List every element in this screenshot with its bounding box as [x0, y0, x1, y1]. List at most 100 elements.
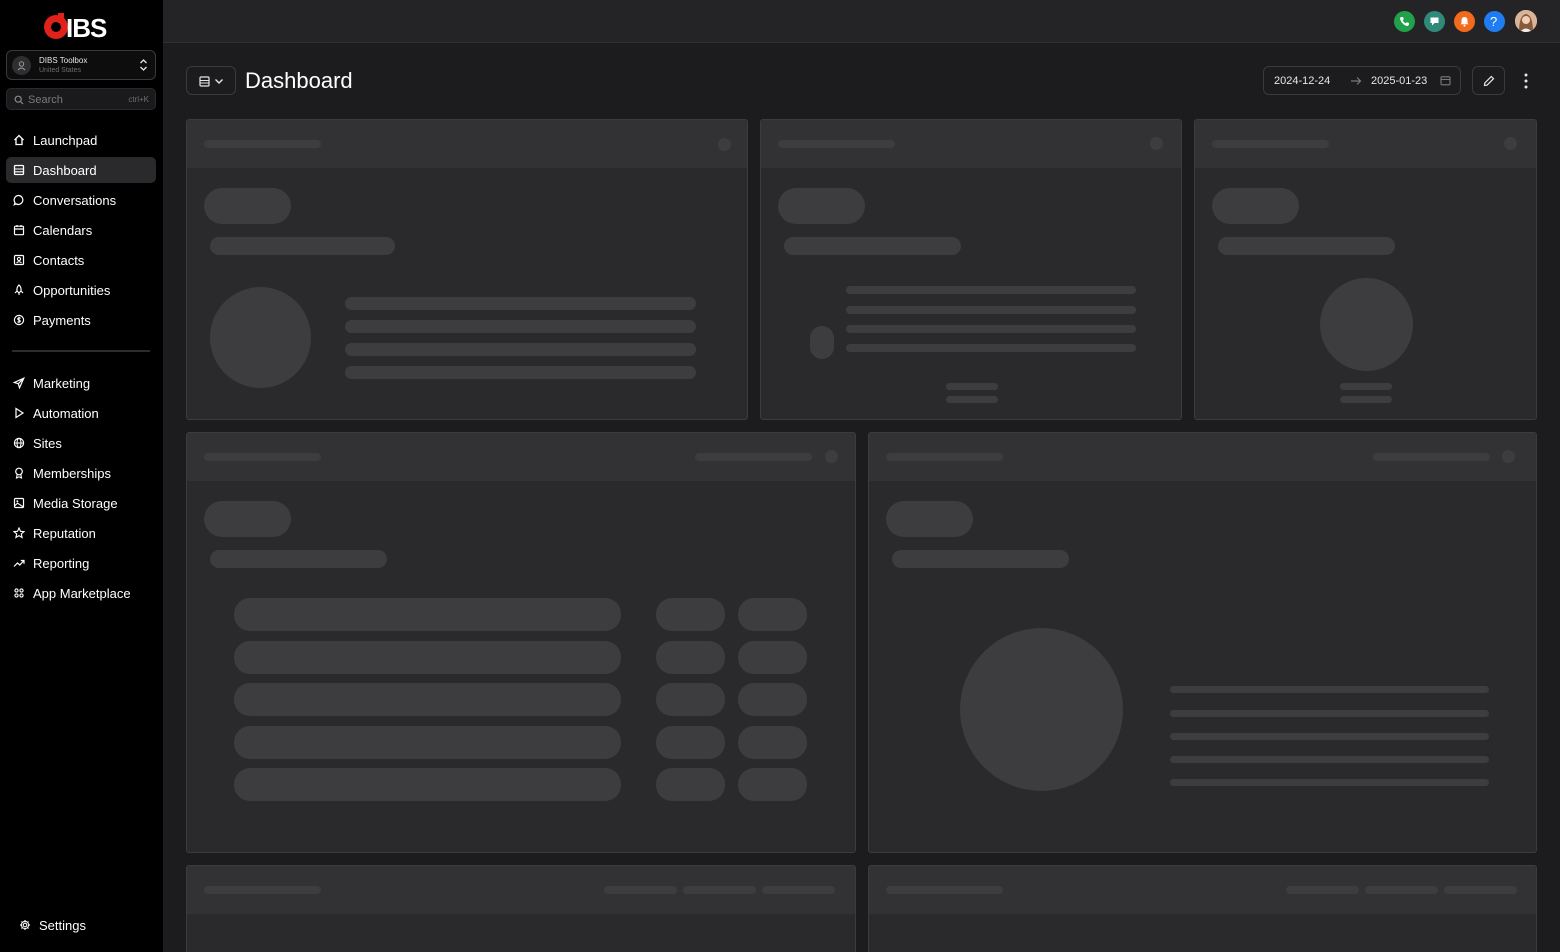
skeleton-filter — [1286, 886, 1359, 894]
dashboard-layout-icon — [199, 76, 210, 87]
dibs-logo[interactable]: IBS — [40, 10, 124, 40]
skeleton-filter — [1444, 886, 1517, 894]
skeleton-value — [204, 188, 291, 224]
skeleton-line — [1170, 756, 1489, 763]
sidebar-item-contacts[interactable]: Contacts — [6, 247, 156, 273]
skeleton-title — [886, 886, 1003, 894]
skeleton-row-cell — [738, 598, 807, 631]
sidebar-item-calendars[interactable]: Calendars — [6, 217, 156, 243]
sidebar-item-app-marketplace[interactable]: App Marketplace — [6, 580, 156, 606]
skeleton-title — [1212, 140, 1329, 148]
sidebar-item-label: Launchpad — [33, 133, 98, 148]
skeleton-subtitle — [1218, 237, 1395, 255]
skeleton-pie — [960, 628, 1123, 791]
skeleton-row-cell — [738, 726, 807, 759]
sidebar-item-media-storage[interactable]: Media Storage — [6, 490, 156, 516]
skeleton-filter — [604, 886, 677, 894]
user-avatar[interactable] — [1515, 10, 1537, 32]
sidebar-item-payments[interactable]: Payments — [6, 307, 156, 333]
trending-up-icon — [13, 559, 25, 567]
sidebar-item-memberships[interactable]: Memberships — [6, 460, 156, 486]
skeleton-row-cell — [656, 598, 725, 631]
sidebar-item-sites[interactable]: Sites — [6, 430, 156, 456]
date-range-picker[interactable]: 2024-12-24 2025-01-23 — [1263, 66, 1461, 95]
skeleton-row-cell — [656, 641, 725, 674]
sidebar-item-label: Dashboard — [33, 163, 97, 178]
skeleton-filter — [683, 886, 756, 894]
chevron-up-down-icon — [140, 59, 147, 71]
sidebar: IBS DIBS Toolbox United States Search ct… — [0, 0, 163, 952]
edit-dashboard-button[interactable] — [1472, 66, 1505, 95]
arrow-right-icon — [1351, 77, 1362, 85]
skeleton-donut — [210, 287, 311, 388]
chat-icon — [13, 194, 24, 206]
skeleton-value — [1212, 188, 1299, 224]
widget-card — [868, 865, 1537, 952]
skeleton-filter — [1365, 886, 1438, 894]
image-icon — [13, 497, 25, 509]
skeleton-value — [778, 188, 865, 224]
skeleton-dot — [1150, 137, 1163, 150]
sidebar-item-automation[interactable]: Automation — [6, 400, 156, 426]
skeleton-legend — [946, 383, 998, 390]
more-options-button[interactable] — [1516, 70, 1536, 92]
widget-card — [1194, 119, 1537, 420]
notification-button[interactable] — [1454, 11, 1475, 32]
user-avatar-image — [1515, 10, 1537, 32]
sidebar-item-label: Sites — [33, 436, 62, 451]
calendar-icon — [13, 225, 25, 236]
payments-icon — [13, 314, 25, 326]
chevron-down-icon — [215, 79, 223, 84]
sidebar-item-label: Reporting — [33, 556, 90, 571]
skeleton-subtitle — [892, 550, 1069, 568]
layout-dropdown-button[interactable] — [186, 66, 236, 95]
skeleton-value — [886, 501, 973, 537]
skeleton-title — [886, 453, 1003, 461]
skeleton-bar — [810, 326, 834, 359]
skeleton-row-cell — [234, 768, 621, 801]
skeleton-row-cell — [234, 683, 621, 716]
location-icon — [17, 61, 26, 71]
sidebar-item-label: Opportunities — [33, 283, 111, 298]
skeleton-line — [345, 366, 696, 379]
sidebar-item-reporting[interactable]: Reporting — [6, 550, 156, 576]
skeleton-filter — [1373, 453, 1490, 461]
skeleton-line — [1170, 686, 1489, 693]
sidebar-item-label: App Marketplace — [33, 586, 131, 601]
sidebar-item-dashboard[interactable]: Dashboard — [6, 157, 156, 183]
skeleton-line — [846, 325, 1136, 333]
calendar-icon — [1440, 76, 1451, 86]
skeleton-line — [1170, 779, 1489, 786]
skeleton-value — [204, 501, 291, 537]
globe-icon — [13, 437, 25, 449]
date-end: 2025-01-23 — [1371, 75, 1428, 87]
announcement-button[interactable] — [1424, 11, 1445, 32]
skeleton-line — [846, 344, 1136, 352]
skeleton-row-cell — [738, 768, 807, 801]
skeleton-row-cell — [234, 598, 621, 631]
help-button[interactable]: ? — [1484, 11, 1505, 32]
contacts-icon — [13, 254, 25, 266]
skeleton-legend — [1340, 396, 1392, 403]
phone-icon — [1400, 17, 1409, 26]
sidebar-item-launchpad[interactable]: Launchpad — [6, 127, 156, 153]
sidebar-item-opportunities[interactable]: Opportunities — [6, 277, 156, 303]
sidebar-item-reputation[interactable]: Reputation — [6, 520, 156, 546]
sidebar-item-marketing[interactable]: Marketing — [6, 370, 156, 396]
send-icon — [13, 377, 25, 389]
sidebar-item-label: Payments — [33, 313, 91, 328]
sidebar-item-label: Contacts — [33, 253, 85, 268]
sidebar-item-settings[interactable]: Settings — [12, 912, 152, 938]
sidebar-divider — [12, 350, 150, 352]
skeleton-title — [204, 140, 321, 148]
skeleton-line — [345, 297, 696, 310]
skeleton-title — [204, 453, 321, 461]
grid-icon — [14, 588, 24, 598]
pencil-icon — [1483, 75, 1495, 87]
account-name: DIBS Toolbox — [39, 56, 88, 65]
sidebar-item-label: Conversations — [33, 193, 117, 208]
phone-button[interactable] — [1394, 11, 1415, 32]
search-input[interactable]: Search ctrl+K — [6, 88, 156, 110]
sidebar-item-conversations[interactable]: Conversations — [6, 187, 156, 213]
account-switcher[interactable]: DIBS Toolbox United States — [6, 50, 156, 80]
